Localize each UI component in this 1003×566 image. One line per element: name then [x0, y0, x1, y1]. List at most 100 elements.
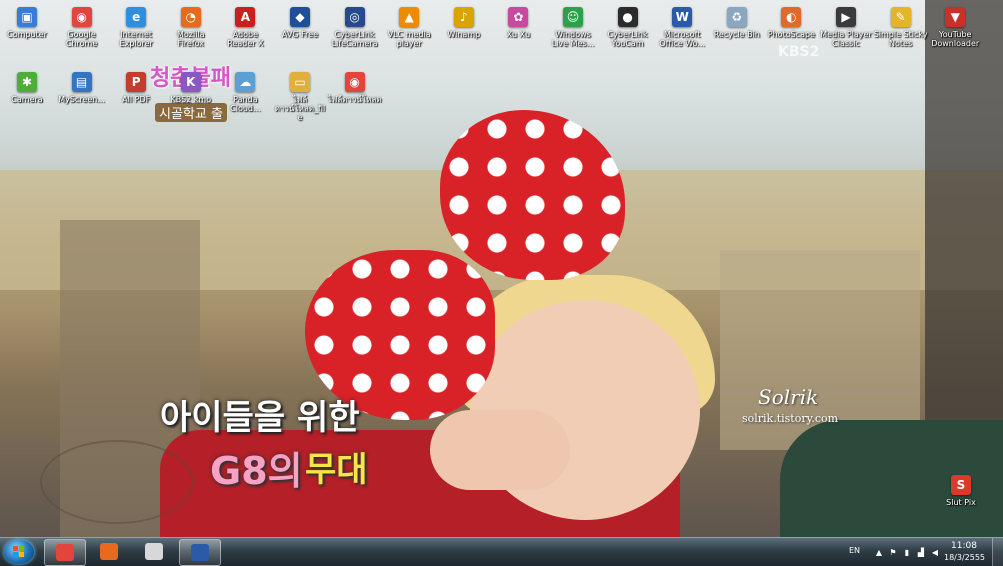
vlc-icon: ▲ — [399, 7, 420, 27]
desktop-icon-label: All PDF — [122, 95, 151, 104]
desktop-icon[interactable]: ✿ Xu Xu — [491, 7, 545, 39]
taskbar-chrome-button[interactable] — [44, 539, 86, 566]
desktop-icon[interactable]: ▣ Computer — [0, 7, 54, 39]
desktop-icon-label: Mozilla Firefox — [177, 30, 205, 48]
desktop-icon-label: Simple Sticky Notes — [873, 30, 928, 48]
youtube-downloader-icon: ▼ — [945, 7, 966, 27]
wallpaper-signature: Solrik — [758, 385, 819, 409]
desktop-icon[interactable]: ◐ PhotoScape — [764, 7, 818, 39]
windows-logo-icon — [13, 546, 25, 558]
desktop-icon-label: Recycle Bin — [713, 30, 760, 39]
sticky-notes-icon: ✎ — [890, 7, 911, 27]
wallpaper-swirl — [40, 440, 194, 524]
messenger-icon: ☺ — [563, 7, 583, 27]
taskbar: EN ▲ ⚑ ▮ ▟ ◀ 11:08 18/3/2555 — [0, 537, 1003, 566]
firefox-icon: ◔ — [180, 7, 201, 27]
chrome-icon: ◉ — [71, 7, 92, 27]
desktop-icon-slut-pix[interactable]: S Slut Pix — [934, 475, 988, 507]
desktop-icon-label: Internet Explorer — [119, 30, 153, 48]
flag-icon[interactable]: ⚑ — [889, 549, 897, 557]
desktop-icon[interactable]: ▤ MyScreen... — [55, 72, 109, 104]
desktop-icon-label: Microsoft Office Wo... — [659, 30, 706, 48]
mpc-icon: ▶ — [836, 7, 856, 27]
desktop-icon[interactable]: ☺ Windows Live Mes... — [546, 7, 600, 48]
desktop-icon[interactable]: ✎ Simple Sticky Notes — [874, 7, 928, 48]
wallpaper-bow — [440, 110, 625, 280]
app-icon: S — [951, 475, 971, 495]
desktop: 아이들을 위한 G8의 무대 Solrik solrik.tistory.com… — [0, 0, 1003, 537]
clock-time[interactable]: 11:08 — [951, 541, 977, 551]
app-icon: K — [180, 72, 201, 92]
system-tray: EN ▲ ⚑ ▮ ▟ ◀ 11:08 18/3/2555 — [843, 538, 1003, 566]
wallpaper-caption-stage: 무대 — [305, 450, 368, 490]
camera-icon: ✱ — [17, 72, 37, 92]
desktop-icon-label: ไฟล์ดาวน์โหลด_file — [274, 95, 326, 122]
wallpaper-url: solrik.tistory.com — [742, 412, 839, 425]
desktop-icon-label: ไฟล์ดาวน์โหลด — [327, 95, 382, 104]
desktop-icon[interactable]: A Adobe Reader X — [218, 7, 272, 48]
taskbar-photo-button[interactable] — [134, 539, 174, 564]
desktop-icon[interactable]: ♪ Winamp — [437, 7, 491, 39]
desktop-icon[interactable]: P All PDF — [109, 72, 163, 104]
desktop-icon[interactable]: ◉ ไฟล์ดาวน์โหลด — [328, 72, 382, 104]
desktop-icon-label: Winamp — [447, 30, 481, 39]
desktop-icon-label: Slut Pix — [946, 498, 976, 507]
chrome-icon: ◉ — [344, 72, 365, 92]
desktop-icon-label: Google Chrome — [65, 30, 98, 48]
broadcaster-watermark: KBS2 — [778, 44, 820, 60]
desktop-icon[interactable]: ▼ YouTube Downloader — [928, 7, 982, 48]
wallpaper-hand — [430, 410, 570, 490]
desktop-icon[interactable]: ▭ ไฟล์ดาวน์โหลด_file — [273, 72, 327, 122]
desktop-icon[interactable]: ▶ Media Player Classic — [819, 7, 873, 48]
wallpaper-caption-g8: G8의 — [210, 449, 303, 493]
desktop-icon-label: CyberLink YouCam — [607, 30, 648, 48]
show-desktop-button[interactable] — [992, 538, 1003, 566]
desktop-icon-label: Panda Cloud... — [230, 95, 261, 113]
desktop-icon[interactable]: ▲ VLC media player — [382, 7, 436, 48]
desktop-icon-label: Computer — [7, 30, 47, 39]
desktop-icon[interactable]: e Internet Explorer — [109, 7, 163, 48]
desktop-icon-label: Xu Xu — [506, 30, 531, 39]
desktop-icon[interactable]: ✱ Camera — [0, 72, 54, 104]
panda-icon: ☁ — [235, 72, 256, 92]
desktop-icon-label: Camera — [11, 95, 43, 104]
desktop-icon-label: CyberLink LifeCamera — [331, 30, 378, 48]
pdf-icon: P — [126, 72, 147, 92]
show-hidden-icons-icon[interactable]: ▲ — [875, 549, 883, 557]
app-icon: ✿ — [508, 7, 529, 27]
desktop-icon[interactable]: W Microsoft Office Wo... — [655, 7, 709, 48]
desktop-icon-label: MyScreen... — [58, 95, 105, 104]
clock-date[interactable]: 18/3/2555 — [944, 553, 985, 562]
youcam-icon: ● — [617, 7, 638, 27]
ie-icon: e — [126, 7, 147, 27]
computer-icon: ▣ — [17, 7, 37, 27]
network-icon[interactable]: ▟ — [917, 549, 925, 557]
desktop-icon-label: Windows Live Mes... — [551, 30, 595, 48]
volume-icon[interactable]: ◀ — [931, 549, 939, 557]
picture-icon — [145, 543, 163, 560]
word-icon — [191, 544, 209, 561]
language-indicator[interactable]: EN — [849, 546, 860, 555]
taskbar-word-button[interactable] — [179, 539, 221, 566]
word-icon: W — [672, 7, 693, 27]
desktop-icon-label: KBS2 kmo — [170, 95, 212, 104]
photoscape-icon: ◐ — [781, 7, 802, 27]
firefox-icon — [100, 543, 118, 560]
avg-icon: ◆ — [290, 7, 310, 27]
chrome-icon — [56, 544, 74, 561]
power-icon[interactable]: ▮ — [903, 549, 911, 557]
desktop-icon-label: YouTube Downloader — [931, 30, 980, 48]
desktop-icon[interactable]: ◔ Mozilla Firefox — [164, 7, 218, 48]
start-button[interactable] — [4, 540, 34, 564]
desktop-icon[interactable]: ☁ Panda Cloud... — [218, 72, 272, 113]
desktop-icon[interactable]: K KBS2 kmo — [164, 72, 218, 104]
taskbar-firefox-button[interactable] — [89, 539, 129, 564]
desktop-icon[interactable]: ● CyberLink YouCam — [601, 7, 655, 48]
desktop-icon[interactable]: ◉ Google Chrome — [55, 7, 109, 48]
desktop-icon[interactable]: ◎ CyberLink LifeCamera — [328, 7, 382, 48]
desktop-icon-label: Adobe Reader X — [227, 30, 264, 48]
desktop-icon[interactable]: ♻ Recycle Bin — [710, 7, 764, 39]
desktop-icon[interactable]: ◆ AVG Free — [273, 7, 327, 39]
desktop-icon-label: PhotoScape — [767, 30, 815, 39]
desktop-icon-label: AVG Free — [281, 30, 319, 39]
